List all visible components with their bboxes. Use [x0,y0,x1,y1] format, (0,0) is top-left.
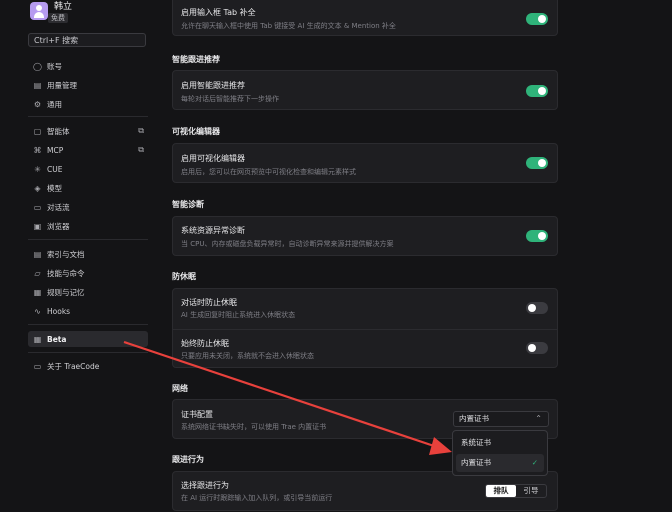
sidebar-item-general[interactable]: ⚙ 通用 [28,96,148,112]
setting-row: 启用输入框 Tab 补全 允许在聊天输入框中使用 Tab 键接受 AI 生成的文… [173,0,557,37]
setting-desc: 当 CPU、内存或磁盘负载异常时，自动诊断异常来源并提供解决方案 [181,240,394,248]
smart-follow-toggle[interactable] [526,85,548,97]
setting-desc: 系统网络证书缺失时，可以使用 Trae 内置证书 [181,423,327,431]
sidebar-item-account[interactable]: ◯ 账号 [28,58,148,74]
info-icon: ▭ [33,361,42,371]
sidebar-item-skills[interactable]: ▱ 技能与命令 [28,265,148,281]
sidebar-item-about[interactable]: ▭ 关于 TraeCode [28,358,148,374]
plan-badge: 免费 [48,13,68,23]
setting-desc: 允许在聊天输入框中使用 Tab 键接受 AI 生成的文本 & Mention 补… [181,22,396,30]
section-title: 跟进行为 [172,455,204,464]
chat-flow-icon: ▭ [33,202,42,212]
sidebar-item-index-docs[interactable]: ▤ 索引与文档 [28,246,148,262]
setting-title: 启用智能跟进推荐 [181,81,245,90]
setting-desc: 每轮对话后智能推荐下一步操作 [181,95,279,103]
setting-title: 证书配置 [181,410,213,419]
user-profile[interactable]: 韩立 免费 [30,2,72,23]
chevron-up-icon: ⌃ [535,414,542,423]
sidebar-item-models[interactable]: ◈ 模型 [28,180,148,196]
sidebar-item-agents[interactable]: ▢ 智能体 ⧉ [28,123,148,139]
divider [28,324,148,325]
section-title: 防休眠 [172,272,196,281]
follow-option-queue[interactable]: 排队 [486,485,516,497]
card-anti-sleep: 对话时防止休眠 AI 生成回复时阻止系统进入休眠状态 始终防止休眠 只要应用未关… [172,288,558,368]
certificate-dropdown: 系统证书 内置证书 ✓ [452,430,548,476]
sidebar-item-browser[interactable]: ▣ 浏览器 [28,218,148,234]
external-link-icon: ⧉ [138,126,144,135]
follow-option-guide[interactable]: 引导 [516,485,546,497]
settings-panel: 启用输入框 Tab 补全 允许在聊天输入框中使用 Tab 键接受 AI 生成的文… [172,0,558,511]
setting-desc: AI 生成回复时阻止系统进入休眠状态 [181,311,296,319]
skill-icon: ▱ [34,268,41,278]
sidebar-item-usage[interactable]: ▤ 用量管理 [28,77,148,93]
divider [28,116,148,117]
card-visual-editor: 启用可视化编辑器 启用后，您可以在网页预览中可视化检查和编辑元素样式 [172,143,558,183]
section-title: 可视化编辑器 [172,127,220,136]
user-name: 韩立 [54,2,73,12]
sidebar-item-cue[interactable]: ✳ CUE [28,161,148,177]
sidebar-item-rules[interactable]: ▦ 规则与记忆 [28,284,148,300]
sidebar-item-hooks[interactable]: ∿ Hooks [28,303,148,319]
setting-desc: 启用后，您可以在网页预览中可视化检查和编辑元素样式 [181,168,356,176]
setting-title: 始终防止休眠 [181,339,229,348]
chart-icon: ▤ [33,80,42,90]
sleep-during-chat-toggle[interactable] [526,302,548,314]
rule-icon: ▦ [33,287,42,297]
card-diagnosis: 系统资源异常诊断 当 CPU、内存或磁盘负载异常时，自动诊断异常来源并提供解决方… [172,216,558,256]
card-tab-completion: 启用输入框 Tab 补全 允许在聊天输入框中使用 Tab 键接受 AI 生成的文… [172,0,558,36]
mcp-icon: ⌘ [33,145,42,155]
sidebar-item-beta[interactable]: ▦ Beta [28,331,148,347]
check-icon: ✓ [531,458,538,467]
option-system-cert[interactable]: 系统证书 [456,434,544,452]
setting-title: 系统资源异常诊断 [181,226,245,235]
setting-title: 选择跟进行为 [181,481,229,490]
setting-title: 对话时防止休眠 [181,298,237,307]
index-icon: ▤ [33,249,42,259]
card-smart-follow: 启用智能跟进推荐 每轮对话后智能推荐下一步操作 [172,70,558,110]
divider [28,239,148,240]
sidebar: 韩立 免费 Ctrl+F 搜索 ◯ 账号 ▤ 用量管理 ⚙ 通用 ▢ 智能体 ⧉… [0,0,156,500]
gear-icon: ⚙ [33,99,42,109]
beta-icon: ▦ [33,334,42,344]
setting-desc: 在 AI 运行时跟踪输入加入队列，或引导当前运行 [181,494,333,502]
certificate-select[interactable]: 内置证书 ⌃ [453,411,549,427]
card-follow: 选择跟进行为 在 AI 运行时跟踪输入加入队列，或引导当前运行 排队 引导 [172,471,558,511]
browser-icon: ▣ [33,221,42,231]
section-title: 智能诊断 [172,200,204,209]
setting-title: 启用可视化编辑器 [181,154,245,163]
tab-completion-toggle[interactable] [526,13,548,25]
setting-desc: 只要应用未关闭，系统就不会进入休眠状态 [181,352,314,360]
section-title: 智能跟进推荐 [172,55,220,64]
hook-icon: ∿ [34,306,41,316]
visual-editor-toggle[interactable] [526,157,548,169]
sidebar-item-chat-flow[interactable]: ▭ 对话流 [28,199,148,215]
follow-behavior-segmented[interactable]: 排队 引导 [485,484,547,498]
option-builtin-cert[interactable]: 内置证书 ✓ [456,454,544,472]
user-circle-icon: ◯ [33,61,42,71]
cube-icon: ◈ [34,183,41,193]
avatar[interactable] [30,2,48,20]
divider [28,352,148,353]
external-link-icon: ⧉ [138,145,144,154]
setting-title: 启用输入框 Tab 补全 [181,8,256,17]
search-input[interactable]: Ctrl+F 搜索 [28,33,146,47]
always-no-sleep-toggle[interactable] [526,342,548,354]
section-title: 网络 [172,384,188,393]
diagnosis-toggle[interactable] [526,230,548,242]
sidebar-item-mcp[interactable]: ⌘ MCP ⧉ [28,142,148,158]
cue-icon: ✳ [34,164,41,174]
bot-icon: ▢ [33,126,42,136]
